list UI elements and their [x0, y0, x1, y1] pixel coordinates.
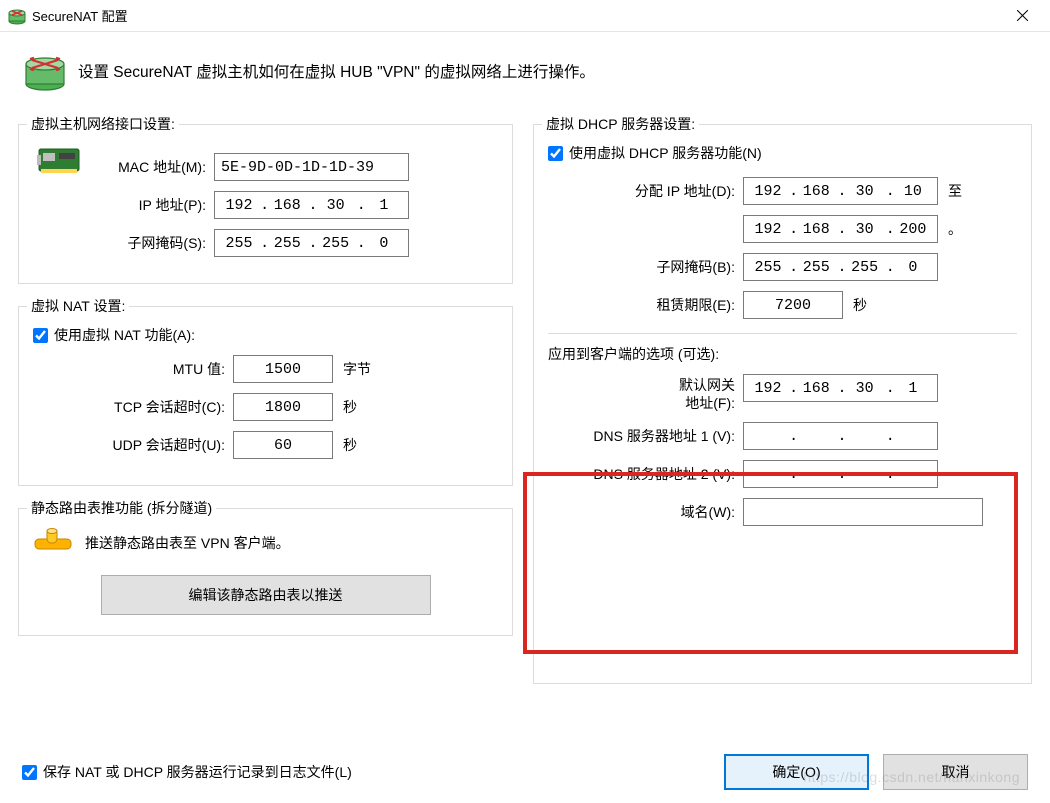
pipe-icon [33, 527, 73, 559]
nic-card-icon [37, 143, 83, 177]
dhcp-mask-label: 子网掩码(B): [548, 257, 743, 277]
host-interface-legend: 虚拟主机网络接口设置: [27, 114, 179, 134]
udp-timeout-label: UDP 会话超时(U): [33, 435, 233, 455]
assign-ip-label: 分配 IP 地址(D): [548, 181, 743, 201]
nat-enable-label: 使用虚拟 NAT 功能(A): [54, 325, 195, 345]
mtu-unit: 字节 [343, 359, 371, 379]
edit-static-route-button[interactable]: 编辑该静态路由表以推送 [101, 575, 431, 615]
bottom-bar: 保存 NAT 或 DHCP 服务器运行记录到日志文件(L) 确定(O) 取消 [0, 741, 1050, 803]
host-mask-input[interactable]: . . . [214, 229, 409, 257]
host-interface-group: 虚拟主机网络接口设置: MAC 地址(M): [18, 124, 513, 284]
title-bar: SecureNAT 配置 [0, 0, 1050, 32]
nat-group: 虚拟 NAT 设置: 使用虚拟 NAT 功能(A): MTU 值: 字节 TCP… [18, 306, 513, 486]
window-title: SecureNAT 配置 [32, 6, 1002, 25]
dns2-label: DNS 服务器地址 2 (V): [548, 464, 743, 484]
gateway-label-2: 地址(F): [685, 395, 735, 411]
range-period: 。 [948, 219, 962, 239]
mac-label: MAC 地址(M): [99, 157, 214, 177]
dhcp-range-start-input[interactable]: . . . [743, 177, 938, 205]
static-route-group: 静态路由表推功能 (拆分隧道) 推送静态路由表至 VPN 客户端。 编辑该静态路… [18, 508, 513, 636]
lease-input[interactable] [743, 291, 843, 319]
divider [548, 333, 1017, 334]
dns1-input[interactable]: . . . [743, 422, 938, 450]
close-button[interactable] [1002, 1, 1042, 31]
dhcp-enable-label: 使用虚拟 DHCP 服务器功能(N) [569, 143, 762, 163]
cancel-button[interactable]: 取消 [883, 754, 1028, 790]
dhcp-legend: 虚拟 DHCP 服务器设置: [542, 114, 699, 134]
tcp-timeout-unit: 秒 [343, 397, 357, 417]
nat-enable-checkbox[interactable] [33, 328, 48, 343]
mac-address-input[interactable] [214, 153, 409, 181]
domain-input[interactable] [743, 498, 983, 526]
lease-label: 租赁期限(E): [548, 295, 743, 315]
ip-label: IP 地址(P): [99, 195, 214, 215]
host-ip-input[interactable]: . . . [214, 191, 409, 219]
mtu-input[interactable] [233, 355, 333, 383]
dns1-label: DNS 服务器地址 1 (V): [548, 426, 743, 446]
dhcp-enable-checkbox[interactable] [548, 146, 563, 161]
gateway-input[interactable]: . . . [743, 374, 938, 402]
dhcp-range-end-input[interactable]: . . . [743, 215, 938, 243]
nat-legend: 虚拟 NAT 设置: [27, 296, 129, 316]
range-to-text: 至 [948, 181, 962, 201]
udp-timeout-unit: 秒 [343, 435, 357, 455]
mtu-label: MTU 值: [33, 359, 233, 379]
ok-button[interactable]: 确定(O) [724, 754, 869, 790]
dhcp-mask-input[interactable]: . . . [743, 253, 938, 281]
securenat-icon [24, 50, 66, 92]
gateway-label-1: 默认网关 [679, 377, 735, 393]
save-log-checkbox[interactable] [22, 765, 37, 780]
app-icon [8, 7, 26, 25]
static-route-desc: 推送静态路由表至 VPN 客户端。 [85, 533, 290, 553]
tcp-timeout-label: TCP 会话超时(C): [33, 397, 233, 417]
save-log-label: 保存 NAT 或 DHCP 服务器运行记录到日志文件(L) [43, 762, 352, 782]
static-route-legend: 静态路由表推功能 (拆分隧道) [27, 498, 216, 518]
udp-timeout-input[interactable] [233, 431, 333, 459]
domain-label: 域名(W): [548, 502, 743, 522]
header-description: 设置 SecureNAT 虚拟主机如何在虚拟 HUB "VPN" 的虚拟网络上进… [0, 32, 1050, 102]
client-opts-heading: 应用到客户端的选项 (可选): [548, 344, 1017, 364]
mask-label: 子网掩码(S): [99, 233, 214, 253]
lease-unit: 秒 [853, 295, 867, 315]
description-text: 设置 SecureNAT 虚拟主机如何在虚拟 HUB "VPN" 的虚拟网络上进… [78, 60, 595, 82]
dns2-input[interactable]: . . . [743, 460, 938, 488]
dhcp-group: 虚拟 DHCP 服务器设置: 使用虚拟 DHCP 服务器功能(N) 分配 IP … [533, 124, 1032, 684]
tcp-timeout-input[interactable] [233, 393, 333, 421]
